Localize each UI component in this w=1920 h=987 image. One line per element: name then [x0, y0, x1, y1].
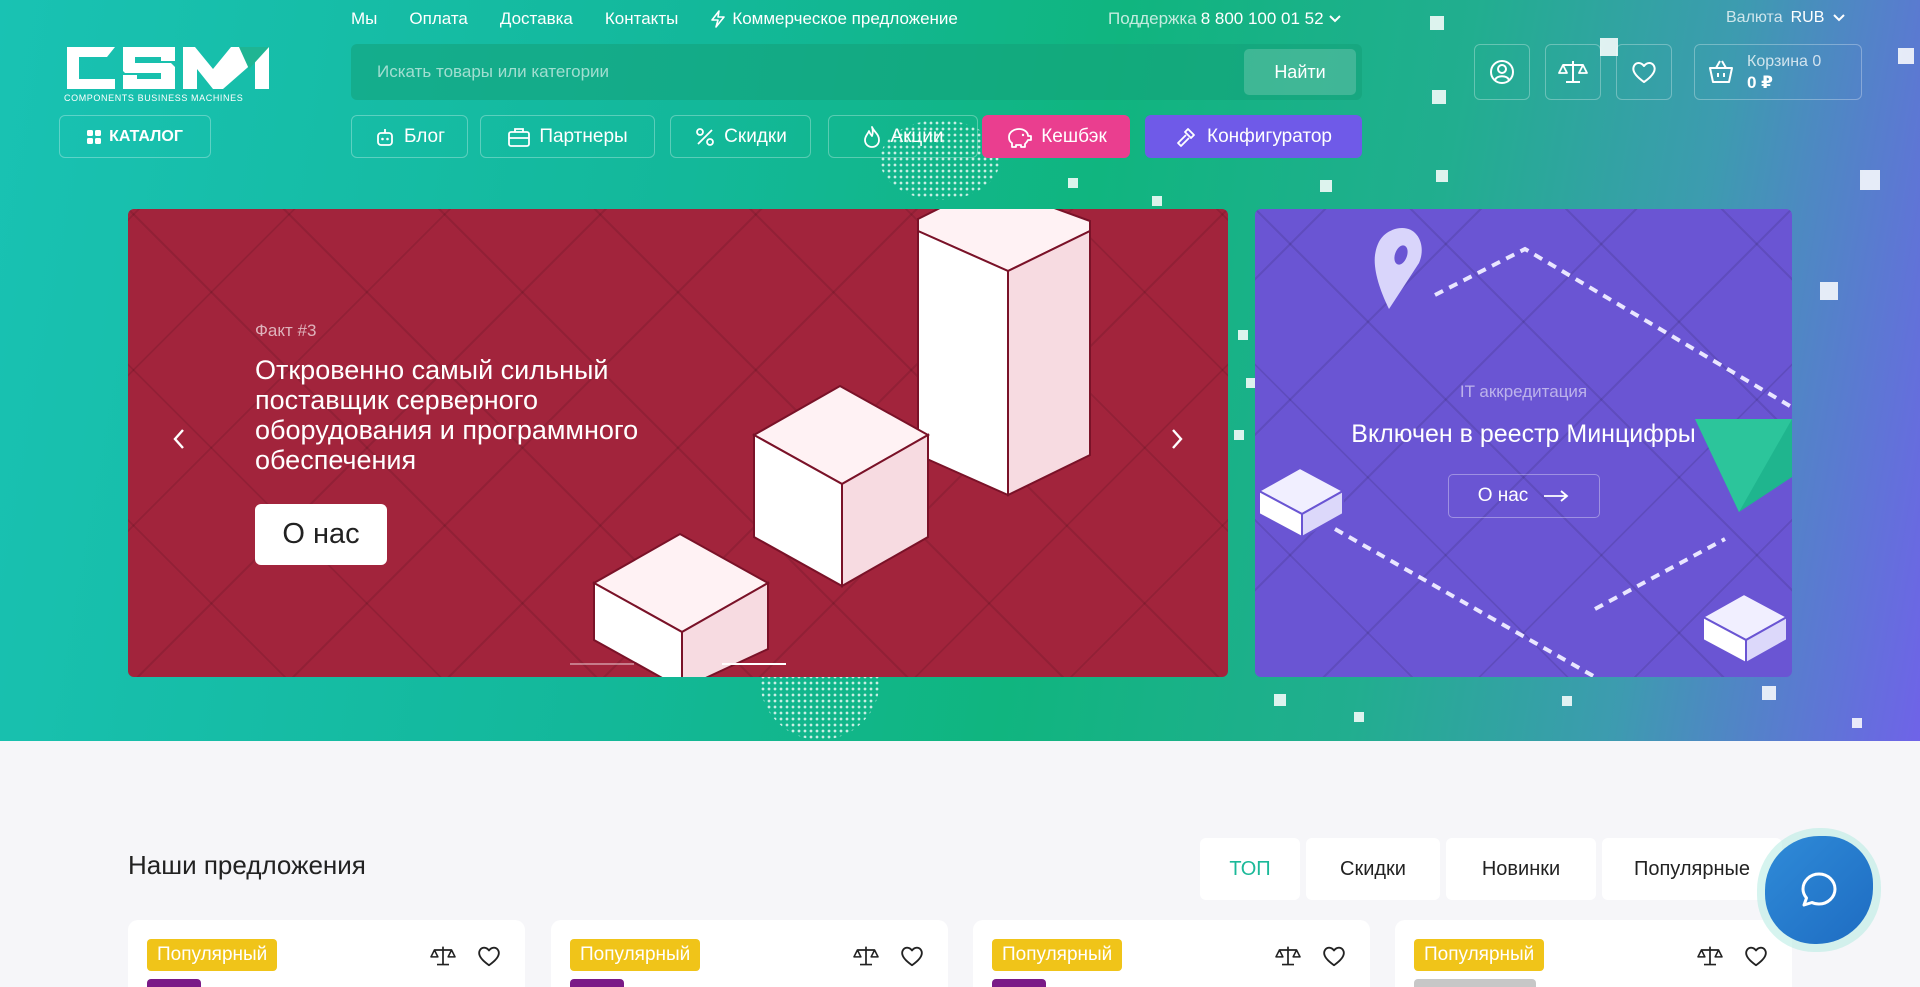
nav-link-about[interactable]: Мы: [351, 9, 377, 29]
cart-label: Корзина 0: [1747, 53, 1822, 70]
grid-icon: [87, 129, 102, 144]
subnav-discounts-label: Скидки: [724, 125, 787, 147]
catalog-button[interactable]: КАТАЛОГ: [59, 115, 211, 158]
product-card[interactable]: Популярный: [551, 920, 948, 987]
popular-badge: Популярный: [1414, 939, 1545, 971]
subnav-configurator-label: Конфигуратор: [1207, 125, 1332, 147]
subnav-cashback-label: Кешбэк: [1041, 125, 1107, 147]
scales-icon[interactable]: [853, 944, 879, 968]
product-card[interactable]: Популярный: [128, 920, 525, 987]
arrow-right-icon: [1544, 490, 1569, 502]
slide-kicker: IT аккредитация: [1459, 382, 1588, 401]
subnav-partners[interactable]: Партнеры: [480, 115, 655, 158]
hammer-icon: [1177, 127, 1195, 147]
secondary-badge: [992, 979, 1046, 987]
subnav-partners-label: Партнеры: [539, 125, 628, 147]
chat-bubble-icon: [1801, 872, 1837, 907]
slide-title: Включен в реестр Минцифры: [1351, 420, 1696, 448]
secondary-badge: [147, 979, 201, 987]
heart-icon: [1632, 62, 1656, 83]
currency-dropdown[interactable]: Валюта RUB: [1726, 9, 1846, 27]
slider-dot-active[interactable]: [722, 663, 786, 665]
chevron-down-icon: [1328, 15, 1341, 23]
nav-link-commercial-offer-label: Коммерческое предложение: [732, 9, 958, 28]
chat-widget-button[interactable]: [1757, 828, 1881, 952]
support-label: Поддержка: [1108, 9, 1197, 28]
logo-subtitle: COMPONENTS BUSINESS MACHINES: [64, 93, 244, 103]
subnav-promotions-label: Акции: [890, 125, 944, 147]
slide-title: Откровенно самый сильный поставщик серве…: [255, 355, 639, 475]
tab-popular[interactable]: Популярные: [1602, 838, 1782, 900]
subnav-discounts[interactable]: Скидки: [670, 115, 811, 158]
tab-new[interactable]: Новинки: [1446, 838, 1596, 900]
robot-icon: [377, 128, 393, 146]
user-icon: [1490, 60, 1514, 84]
support-phone-dropdown[interactable]: Поддержка 8 800 100 01 52: [1108, 9, 1342, 29]
nav-link-payment[interactable]: Оплата: [409, 9, 467, 29]
compare-button[interactable]: [1545, 44, 1601, 100]
currency-label: Валюта: [1726, 9, 1783, 26]
chevron-right-icon[interactable]: [1170, 427, 1184, 451]
scales-icon: [1558, 61, 1588, 83]
fire-icon: [864, 125, 881, 148]
product-card[interactable]: Популярный: [973, 920, 1370, 987]
subnav-promotions[interactable]: Акции: [828, 115, 978, 158]
subnav-blog[interactable]: Блог: [351, 115, 468, 158]
slide-about-button[interactable]: О нас: [1448, 474, 1600, 518]
favorites-button[interactable]: [1616, 44, 1672, 100]
slide-about-button[interactable]: О нас: [255, 504, 387, 565]
section-title: Наши предложения: [128, 850, 366, 880]
product-card[interactable]: Популярный: [1395, 920, 1792, 987]
lightning-icon: [711, 10, 726, 28]
nav-link-contacts[interactable]: Контакты: [605, 9, 678, 29]
chevron-down-icon: [1833, 14, 1846, 22]
heart-icon[interactable]: [1321, 944, 1347, 968]
hero-slide-side: IT аккредитация Включен в реестр Минцифр…: [1255, 209, 1792, 677]
slider-dot[interactable]: [570, 663, 634, 665]
secondary-badge: [1414, 979, 1536, 987]
heart-icon[interactable]: [1743, 944, 1769, 968]
catalog-label: КАТАЛОГ: [109, 127, 183, 145]
tab-discounts[interactable]: Скидки: [1306, 838, 1440, 900]
hero-section: Мы Оплата Доставка Контакты Коммерческое…: [0, 0, 1920, 741]
scales-icon[interactable]: [1275, 944, 1301, 968]
subnav-cashback[interactable]: Кешбэк: [982, 115, 1130, 158]
slide-about-label: О нас: [1477, 485, 1529, 506]
briefcase-icon: [508, 127, 531, 147]
piggy-bank-icon: [1008, 127, 1033, 148]
tab-top[interactable]: ТОП: [1200, 838, 1300, 900]
search-input[interactable]: [351, 44, 1245, 100]
cart-button[interactable]: Корзина 0 0 ₽: [1694, 44, 1862, 100]
currency-value: RUB: [1790, 9, 1825, 26]
popular-badge: Популярный: [992, 939, 1123, 971]
chevron-left-icon[interactable]: [172, 427, 186, 451]
nav-link-delivery[interactable]: Доставка: [500, 9, 573, 29]
top-nav: Мы Оплата Доставка Контакты Коммерческое…: [351, 9, 958, 29]
search-button[interactable]: Найти: [1244, 49, 1356, 95]
slide-kicker: Факт #3: [255, 321, 317, 340]
heart-icon[interactable]: [899, 944, 925, 968]
hero-slide-main: Факт #3 Откровенно самый сильный поставщ…: [128, 209, 1228, 677]
scales-icon[interactable]: [1697, 944, 1723, 968]
popular-badge: Популярный: [147, 939, 278, 971]
percent-icon: [696, 127, 715, 146]
cart-basket-icon: [1709, 60, 1733, 83]
cart-total: 0 ₽: [1747, 73, 1774, 92]
account-button[interactable]: [1474, 44, 1530, 100]
secondary-badge: [570, 979, 624, 987]
logo-mark: [67, 47, 269, 89]
nav-link-commercial-offer[interactable]: Коммерческое предложение: [710, 9, 958, 29]
scales-icon[interactable]: [430, 944, 456, 968]
support-phone: 8 800 100 01 52: [1200, 9, 1324, 28]
heart-icon[interactable]: [476, 944, 502, 968]
search-bar: Найти: [351, 44, 1362, 100]
subnav-configurator[interactable]: Конфигуратор: [1145, 115, 1362, 158]
subnav-blog-label: Блог: [403, 125, 446, 147]
popular-badge: Популярный: [570, 939, 701, 971]
